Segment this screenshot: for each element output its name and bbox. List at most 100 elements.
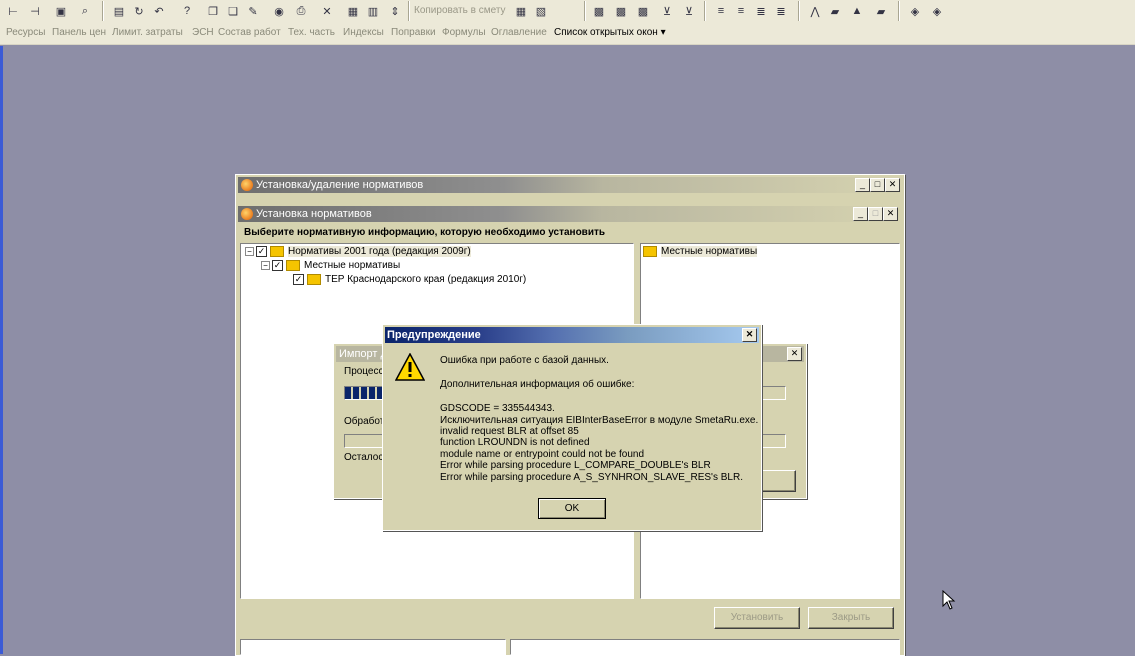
warning-titlebar[interactable]: Предупреждение ✕ xyxy=(385,327,759,343)
error-line: GDSCODE = 335544343. xyxy=(440,403,555,414)
toolbar-separator xyxy=(408,1,410,21)
maximize-button[interactable]: □ xyxy=(870,178,885,192)
workspace-edge xyxy=(0,46,3,654)
copy-icon[interactable]: ❐ xyxy=(204,2,222,20)
outdent2-icon[interactable]: ≣ xyxy=(772,2,790,20)
menu-work-composition[interactable]: Состав работ xyxy=(218,27,281,38)
copy-to-estimate-button[interactable]: Копировать в смету xyxy=(414,5,506,16)
undo-icon[interactable]: ↶ xyxy=(150,2,168,20)
error-line: Исключительная ситуация EIBInterBaseErro… xyxy=(440,415,759,426)
menu-formulas[interactable]: Формулы xyxy=(442,27,486,38)
car-icon[interactable]: ◉ xyxy=(270,2,288,20)
warning-icon xyxy=(395,353,425,381)
tree-item-local[interactable]: − ✓ Местные нормативы xyxy=(261,260,400,271)
tree-sub-icon[interactable]: ⊣ xyxy=(26,2,44,20)
window-icon[interactable]: ▣ xyxy=(52,2,70,20)
arrows-icon[interactable]: ⇕ xyxy=(386,2,404,20)
menu-bar: Ресурсы Панель цен Лимит. затраты ЭСН Со… xyxy=(0,22,1135,45)
menu-price-panel[interactable]: Панель цен xyxy=(52,27,106,38)
menu-corrections[interactable]: Поправки xyxy=(391,27,436,38)
toolbar-separator xyxy=(798,1,800,21)
table-icon[interactable]: ▦ xyxy=(512,2,530,20)
car2-icon[interactable]: ▰ xyxy=(872,2,890,20)
menu-open-windows[interactable]: Список открытых окон ▾ xyxy=(554,27,666,38)
app-icon xyxy=(241,208,253,220)
menu-esn[interactable]: ЭСН xyxy=(192,27,214,38)
error-line: Error while parsing procedure L_COMPARE_… xyxy=(440,460,711,471)
ok-button[interactable]: OK xyxy=(538,498,606,519)
tree-item-label: Местные нормативы xyxy=(304,260,401,271)
tree-item-root[interactable]: − ✓ Нормативы 2001 года (редакция 2009г) xyxy=(245,246,471,257)
hat-icon[interactable]: ▲ xyxy=(848,2,866,20)
indent-icon[interactable]: ≡ xyxy=(712,2,730,20)
menu-resources[interactable]: Ресурсы xyxy=(6,27,45,38)
menu-limit-costs[interactable]: Лимит. затраты xyxy=(112,27,183,38)
maximize-button[interactable]: □ xyxy=(868,207,883,221)
menu-contents[interactable]: Оглавление xyxy=(491,27,547,38)
inner-window-title: Установка нормативов xyxy=(256,208,372,220)
cut-icon[interactable]: ✕ xyxy=(318,2,336,20)
print-icon[interactable]: ⎙ xyxy=(292,2,310,20)
import-button[interactable] xyxy=(762,470,796,492)
chevron-down-icon: ▾ xyxy=(660,27,666,38)
checkbox-checked[interactable]: ✓ xyxy=(293,274,304,285)
layers2-icon[interactable]: ◈ xyxy=(928,2,946,20)
mouse-cursor-icon xyxy=(942,590,956,610)
folder-icon xyxy=(307,274,321,285)
close-dialog-button[interactable]: Закрыть xyxy=(808,607,894,629)
doc2-icon[interactable]: ▥ xyxy=(364,2,382,20)
indent2-icon[interactable]: ≡ xyxy=(732,2,750,20)
warning-dialog: Предупреждение ✕ Ошибка при работе с баз… xyxy=(382,324,762,531)
warning-title: Предупреждение xyxy=(387,329,481,341)
doc-icon[interactable]: ▦ xyxy=(344,2,362,20)
comment-icon[interactable]: ✎ xyxy=(244,2,262,20)
minimize-button[interactable]: _ xyxy=(853,207,868,221)
remaining-label: Осталос xyxy=(344,452,384,463)
error-line: module name or entrypoint could not be f… xyxy=(440,449,645,460)
help-icon[interactable]: ? xyxy=(178,2,196,20)
menu-tech-part[interactable]: Тех. часть xyxy=(288,27,335,38)
nc-icon[interactable]: ▩ xyxy=(590,2,608,20)
error-line: Error while parsing procedure A_S_SYNHRO… xyxy=(440,472,743,483)
filter-icon[interactable]: ⊻ xyxy=(658,2,676,20)
pc-icon[interactable]: ▩ xyxy=(612,2,630,20)
filter2-icon[interactable]: ⊻ xyxy=(680,2,698,20)
truck-icon[interactable]: ▰ xyxy=(826,2,844,20)
menu-open-windows-label: Список открытых окон xyxy=(554,27,658,38)
tree-icon[interactable]: ⊢ xyxy=(4,2,22,20)
install-button[interactable]: Установить xyxy=(714,607,800,629)
toolbar-separator xyxy=(102,1,104,21)
minimize-button[interactable]: _ xyxy=(855,178,870,192)
menu-indices[interactable]: Индексы xyxy=(343,27,384,38)
clipboard-icon[interactable]: ▧ xyxy=(532,2,550,20)
close-button[interactable]: ✕ xyxy=(883,207,898,221)
list-item[interactable]: Местные нормативы xyxy=(643,246,758,257)
tree-item-label: Нормативы 2001 года (редакция 2009г) xyxy=(288,246,471,257)
hp-icon[interactable]: ▩ xyxy=(634,2,652,20)
folder-icon xyxy=(286,260,300,271)
chart-icon[interactable]: ⋀ xyxy=(806,2,824,20)
folder-icon xyxy=(270,246,284,257)
inner-titlebar[interactable]: Установка нормативов _ □ ✕ xyxy=(238,206,900,222)
outer-titlebar[interactable]: Установка/удаление нормативов _ □ ✕ xyxy=(238,177,902,193)
layers-icon[interactable]: ◈ xyxy=(906,2,924,20)
paste-icon[interactable]: ❏ xyxy=(224,2,242,20)
instruction-label: Выберите нормативную информацию, которую… xyxy=(244,227,606,238)
outdent-icon[interactable]: ≣ xyxy=(752,2,770,20)
tree-item-ter[interactable]: ✓ ТЕР Краснодарского края (редакция 2010… xyxy=(293,274,526,285)
app-icon xyxy=(241,179,253,191)
checkbox-checked[interactable]: ✓ xyxy=(272,260,283,271)
close-button[interactable]: ✕ xyxy=(787,347,802,361)
refresh-icon[interactable]: ↻ xyxy=(130,2,148,20)
checkbox-checked[interactable]: ✓ xyxy=(256,246,267,257)
toolbar-separator xyxy=(898,1,900,21)
outer-window-title: Установка/удаление нормативов xyxy=(256,179,424,191)
save-icon[interactable]: ▤ xyxy=(110,2,128,20)
collapse-icon[interactable]: − xyxy=(245,247,254,256)
toolbar-separator xyxy=(584,1,586,21)
close-button[interactable]: ✕ xyxy=(742,328,757,342)
folder-icon xyxy=(643,246,657,257)
search-icon[interactable]: ⌕ xyxy=(76,2,94,20)
close-button[interactable]: ✕ xyxy=(885,178,900,192)
collapse-icon[interactable]: − xyxy=(261,261,270,270)
